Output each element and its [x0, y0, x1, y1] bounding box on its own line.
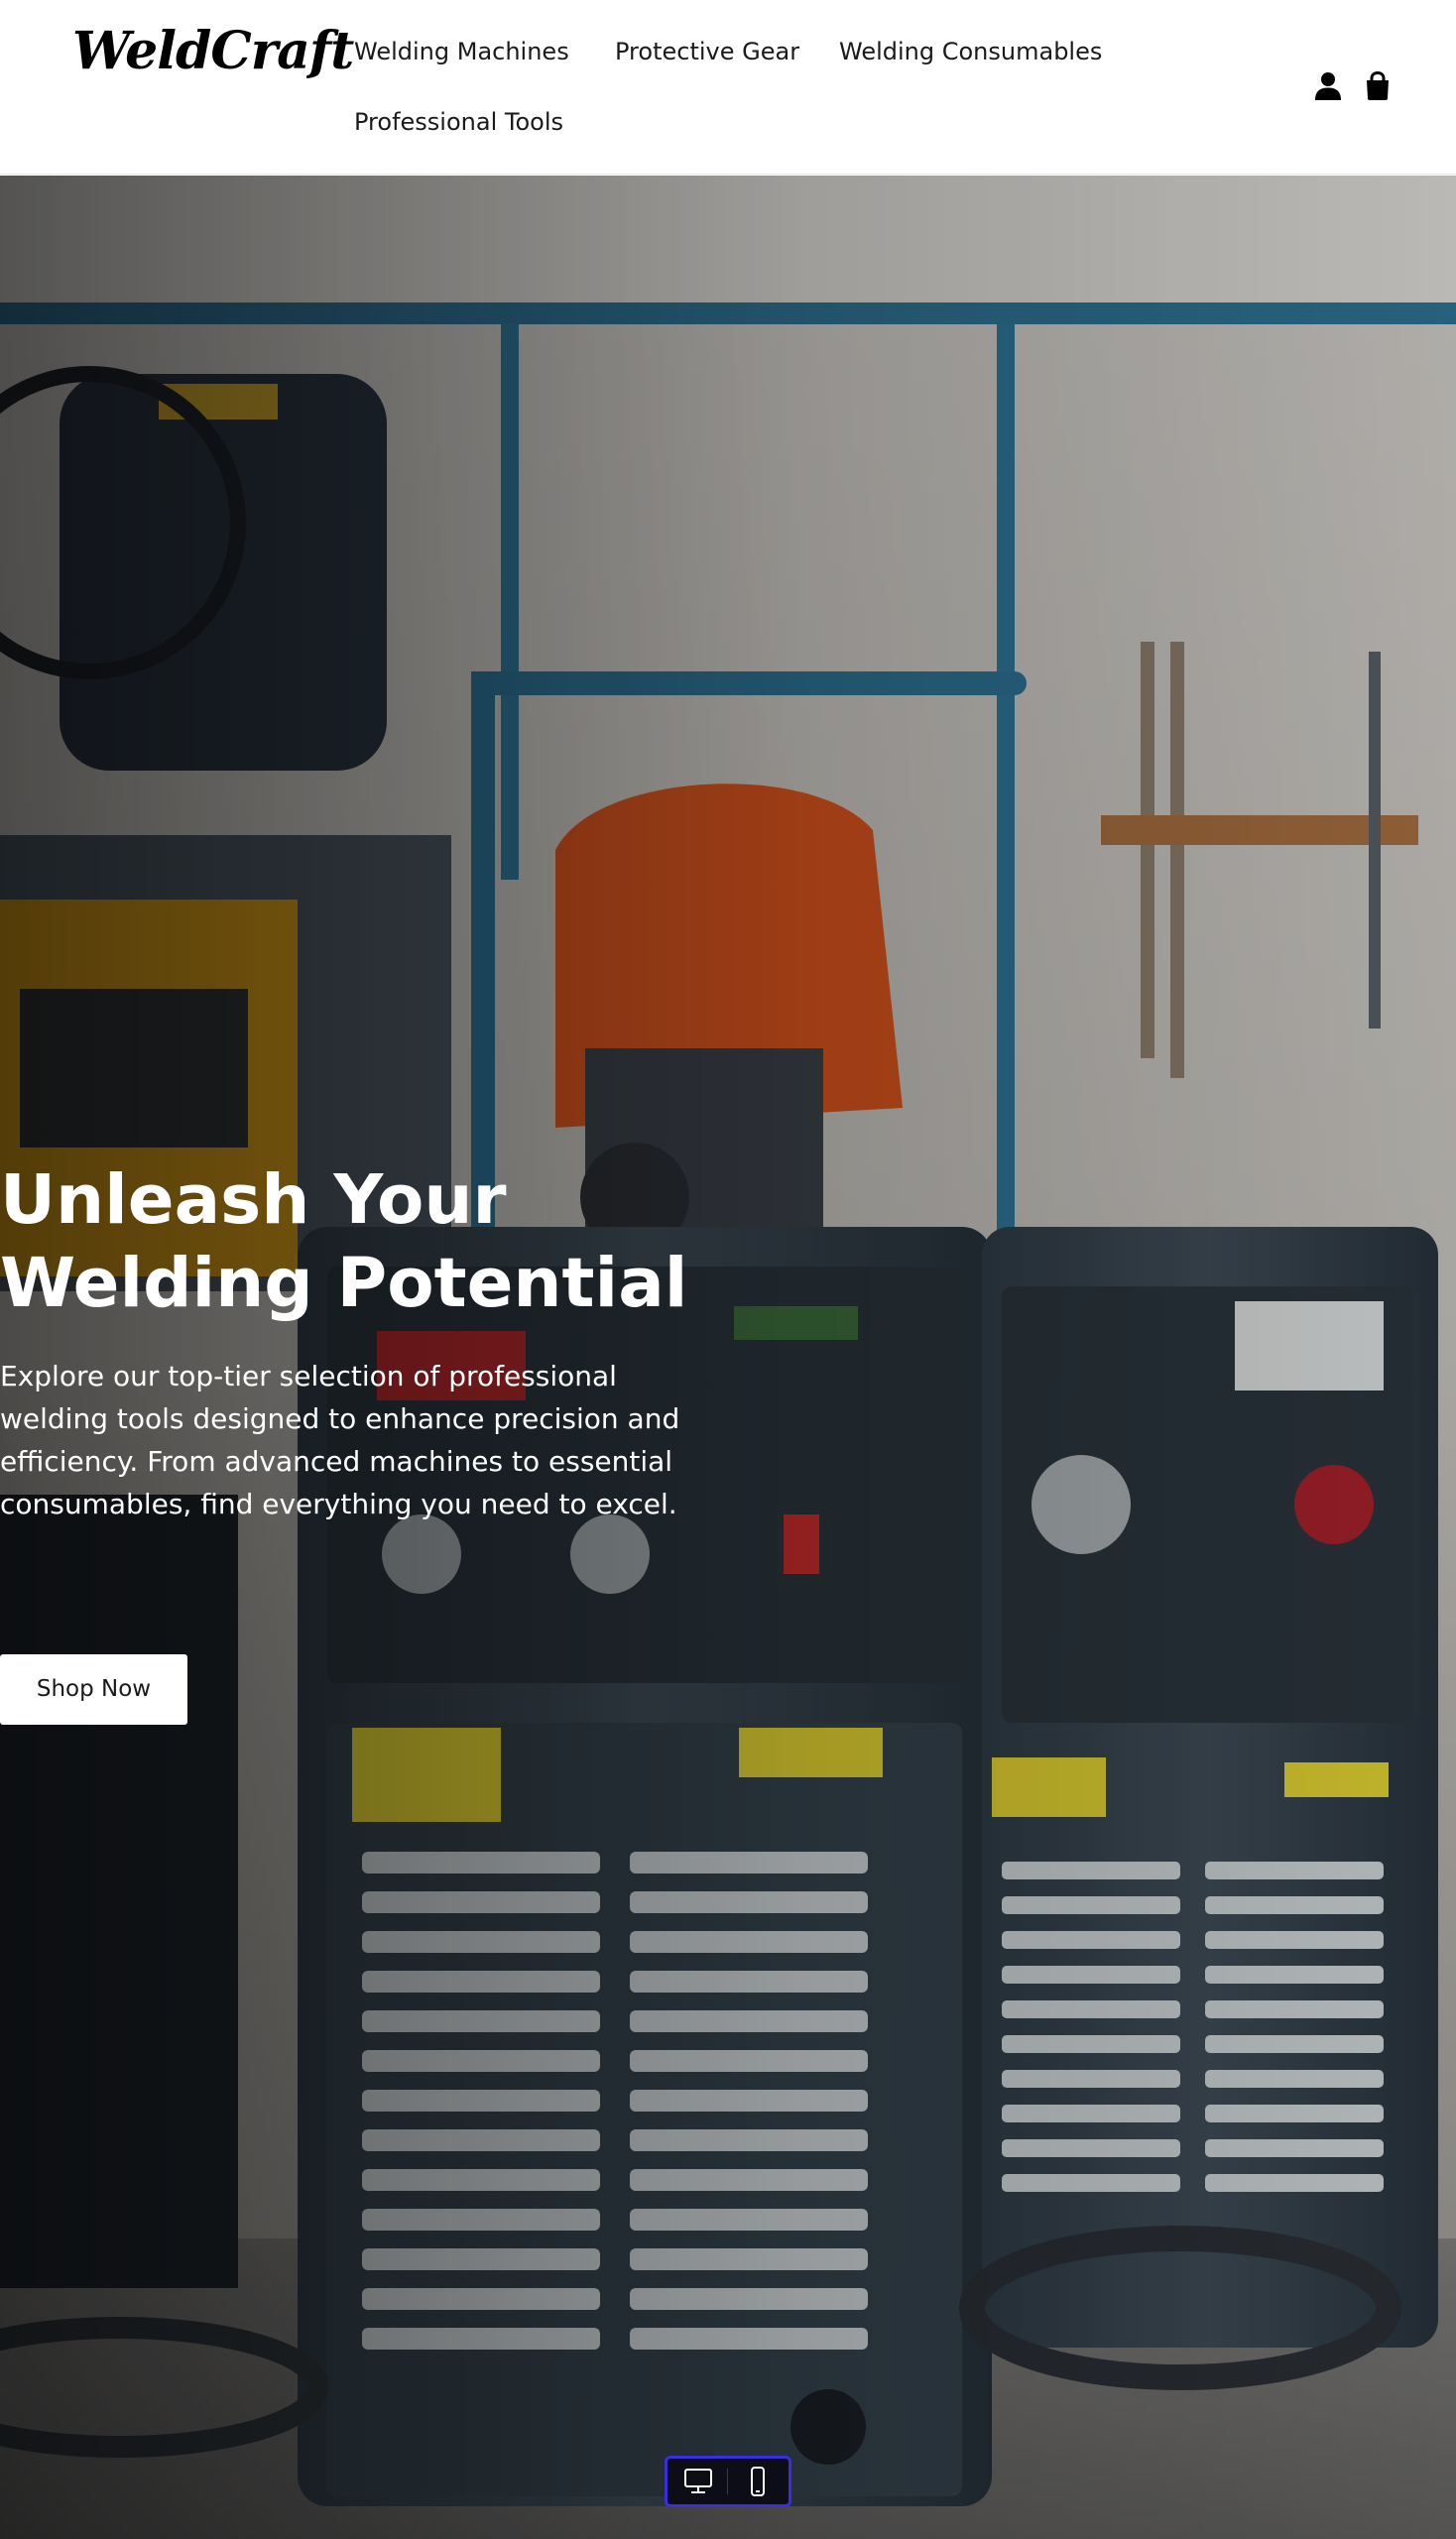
hero-title-line-2: Welding Potential — [0, 1244, 688, 1323]
shopping-bag-icon[interactable] — [1361, 69, 1395, 103]
desktop-icon[interactable] — [681, 2467, 715, 2496]
hero-section: Unleash Your Welding Potential Explore ou… — [0, 176, 1456, 2539]
shop-now-button[interactable]: Shop Now — [0, 1654, 187, 1725]
nav-item-welding-machines[interactable]: Welding Machines — [354, 36, 569, 67]
hero-title: Unleash Your Welding Potential — [0, 1158, 754, 1325]
nav-item-welding-consumables[interactable]: Welding Consumables — [839, 36, 1102, 67]
nav-item-protective-gear[interactable]: Protective Gear — [615, 36, 799, 67]
brand-logo[interactable]: WeldCraft — [72, 14, 354, 89]
user-icon[interactable] — [1311, 69, 1345, 103]
nav-item-professional-tools[interactable]: Professional Tools — [354, 106, 563, 138]
hero-title-line-1: Unleash Your — [0, 1160, 507, 1240]
device-preview-toggle — [665, 2456, 791, 2507]
site-header: WeldCraft Welding Machines Protective Ge… — [0, 0, 1456, 175]
toggle-divider — [727, 2469, 728, 2494]
mobile-icon[interactable] — [741, 2467, 775, 2496]
hero-description: Explore our top-tier selection of profes… — [0, 1360, 680, 1520]
